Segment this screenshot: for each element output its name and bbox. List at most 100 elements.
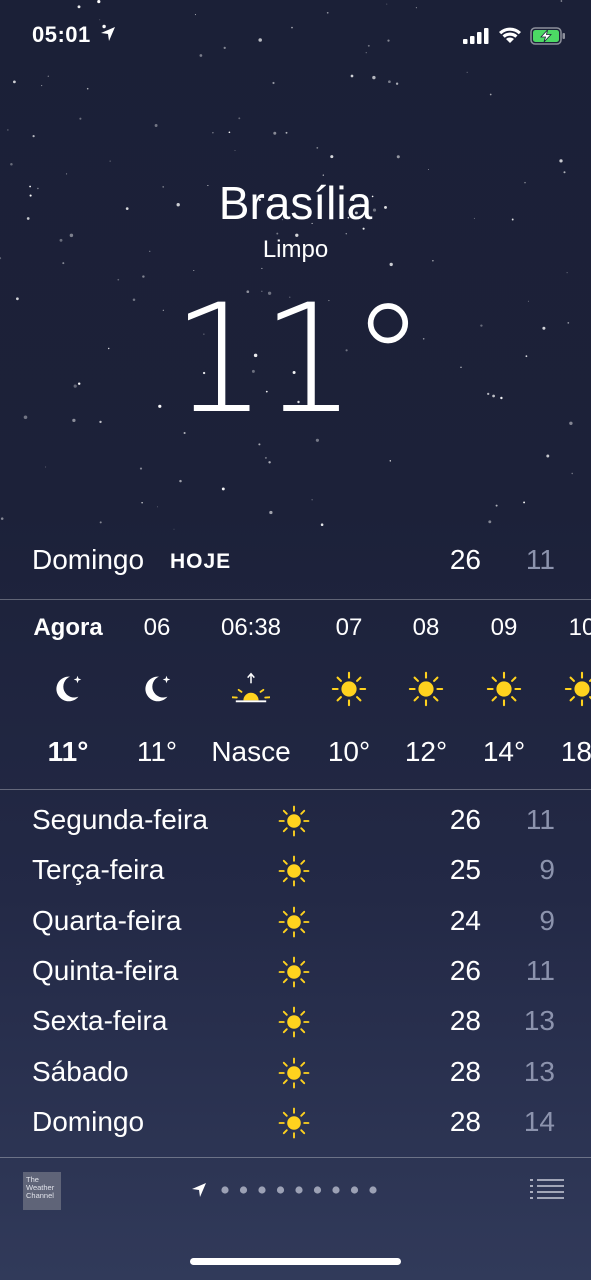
daily-row: Domingo 28 14 (0, 1098, 591, 1148)
today-summary: Domingo HOJE 26 11 (0, 536, 591, 596)
page-dot[interactable] (350, 1186, 359, 1194)
sun-icon (408, 671, 444, 707)
status-bar: 05:01 (0, 0, 591, 72)
hour-label: 09 (490, 614, 518, 641)
sun-icon (564, 671, 591, 707)
daily-icon-wrap (277, 955, 311, 989)
daily-icon-wrap (277, 804, 311, 838)
daily-day-name: Sábado (32, 1055, 129, 1087)
daily-low: 9 (539, 904, 555, 936)
daily-day-name: Domingo (32, 1105, 145, 1137)
hour-icon-wrap (138, 670, 176, 708)
daily-high: 28 (449, 1005, 481, 1037)
battery-charging-icon (530, 27, 565, 45)
page-dot[interactable] (239, 1186, 248, 1194)
daily-high: 26 (449, 804, 481, 835)
hourly-forecast-scroller[interactable]: Agora 11° 06 11° 06:38 Nasce 07 10° 08 12° 09 14° 10… (0, 600, 591, 788)
sun-icon (278, 906, 310, 937)
city-name: Brasília (218, 177, 373, 229)
daily-row: Terça-feira 25 9 (0, 846, 591, 896)
daily-icon-wrap (277, 1056, 311, 1090)
hour-temperature: 11° (47, 736, 89, 767)
daily-row: Sexta-feira 28 13 (0, 997, 591, 1047)
sun-icon (278, 805, 310, 837)
daily-row: Sábado 28 13 (0, 1048, 591, 1098)
today-day: Domingo (32, 544, 145, 575)
hour-temperature: 12° (404, 736, 448, 767)
current-location-icon (192, 1183, 206, 1197)
daily-high: 26 (449, 954, 481, 986)
current-temperature: 11° (171, 273, 426, 447)
daily-row: Quinta-feira 26 11 (0, 947, 591, 997)
sun-icon (278, 1057, 310, 1088)
daily-high: 28 (449, 1105, 481, 1137)
moon-stars-icon (145, 675, 171, 702)
sun-icon (278, 1107, 310, 1139)
page-dot[interactable] (221, 1186, 229, 1194)
daily-row: Segunda-feira 26 11 (0, 796, 591, 846)
wifi-icon (499, 27, 521, 43)
daily-low: 11 (525, 954, 555, 986)
weather-condition: Limpo (262, 236, 329, 263)
daily-high: 25 (449, 854, 481, 886)
page-dot[interactable] (313, 1186, 322, 1194)
daily-day-name: Segunda-feira (32, 804, 208, 835)
daily-day-name: Terça-feira (32, 854, 165, 886)
sunrise-icon (231, 672, 271, 703)
daily-low: 13 (523, 1005, 555, 1037)
divider (0, 789, 591, 790)
daily-icon-wrap (277, 854, 311, 888)
page-dot[interactable] (276, 1186, 285, 1194)
daily-row: Quarta-feira 24 9 (0, 897, 591, 947)
daily-low: 14 (523, 1105, 555, 1137)
hour-icon-wrap (330, 670, 368, 708)
city-list-icon[interactable] (530, 1178, 564, 1200)
sun-icon (486, 671, 522, 707)
cellular-signal-icon (463, 28, 489, 44)
daily-low: 11 (525, 804, 555, 835)
bottom-toolbar: The Weather Channel (0, 1158, 591, 1228)
hour-icon-wrap (231, 670, 271, 708)
daily-icon-wrap (277, 905, 311, 939)
page-dot[interactable] (295, 1186, 303, 1194)
weather-channel-logo[interactable]: The Weather Channel (23, 1172, 61, 1210)
page-indicator[interactable] (190, 1180, 410, 1204)
location-arrow-icon (101, 27, 115, 41)
hour-temperature: 11° (136, 736, 178, 767)
page-dot[interactable] (258, 1186, 266, 1194)
daily-day-name: Sexta-feira (32, 1005, 168, 1037)
hour-icon-wrap (49, 670, 87, 708)
hour-label: 10 (568, 614, 591, 641)
home-indicator[interactable] (190, 1258, 401, 1265)
daily-icon-wrap (277, 1005, 311, 1039)
hour-temperature: 18° (560, 736, 591, 767)
sun-icon (278, 956, 310, 988)
hour-icon-wrap (563, 670, 591, 708)
night-sky-stars (0, 0, 573, 530)
today-high: 26 (449, 544, 481, 575)
sun-icon (278, 855, 310, 887)
sun-icon (331, 671, 367, 707)
hour-icon-wrap (485, 670, 523, 708)
hour-label: 06:38 (220, 614, 282, 641)
today-tag: HOJE (170, 550, 232, 573)
sun-icon (278, 1006, 310, 1038)
hour-temperature: 14° (482, 736, 526, 767)
hour-label: 06 (143, 614, 171, 641)
daily-high: 24 (449, 904, 481, 936)
status-time: 05:01 (32, 22, 91, 47)
daily-high: 28 (449, 1055, 481, 1087)
today-low: 11 (525, 544, 555, 575)
daily-low: 9 (539, 854, 555, 886)
hour-temperature: Nasce (211, 736, 291, 767)
daily-low: 13 (523, 1055, 555, 1087)
daily-day-name: Quinta-feira (32, 954, 179, 986)
page-dot[interactable] (369, 1186, 377, 1194)
page-dot[interactable] (332, 1186, 340, 1194)
daily-day-name: Quarta-feira (32, 904, 182, 936)
daily-icon-wrap (277, 1106, 311, 1140)
hour-icon-wrap (407, 670, 445, 708)
hour-label: Agora (33, 614, 103, 641)
moon-stars-icon (56, 675, 82, 702)
hour-label: 08 (412, 614, 440, 641)
